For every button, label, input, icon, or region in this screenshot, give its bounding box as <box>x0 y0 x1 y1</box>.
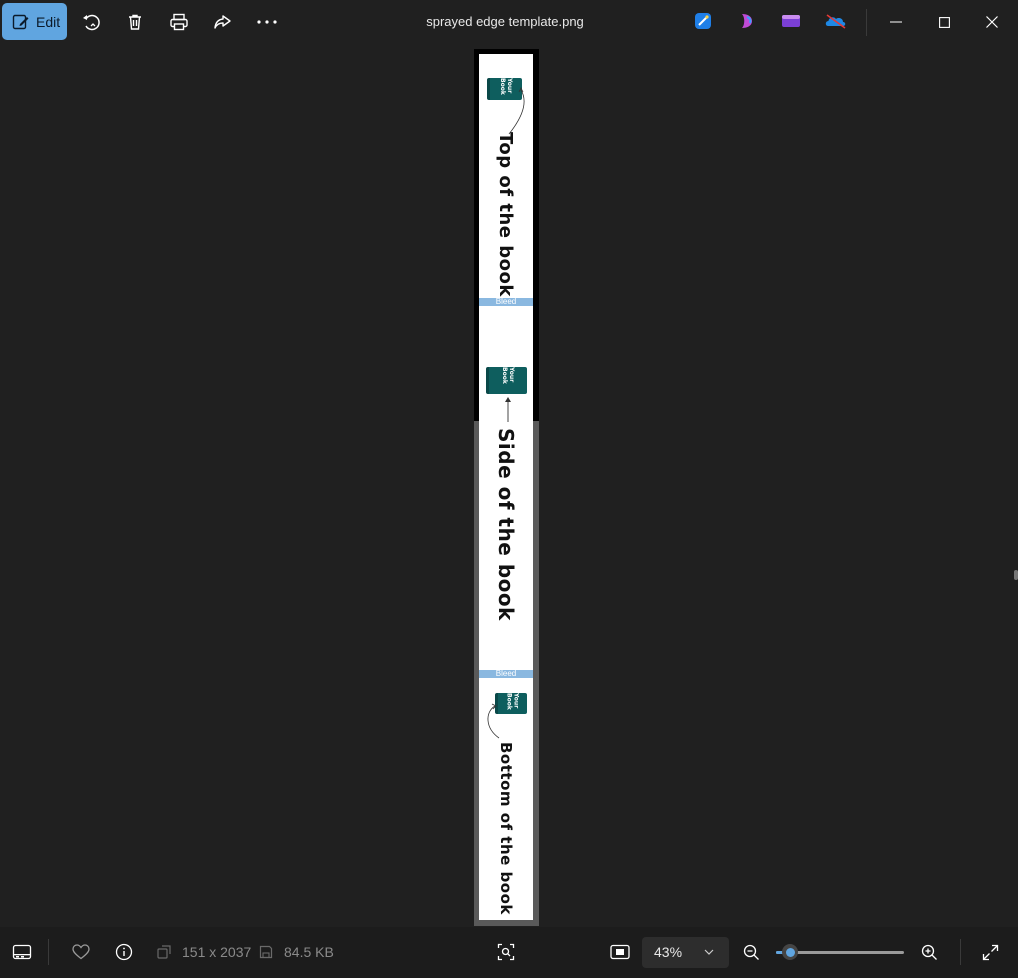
title-bar-separator <box>866 9 867 36</box>
template-image: Your Book Top of the book Bleed Your Boo… <box>479 54 533 920</box>
status-bar: 151 x 2037 84.5 KB 43% <box>0 927 1018 978</box>
file-size: 84.5 KB <box>284 944 334 960</box>
bleed-band: Bleed <box>479 298 533 306</box>
more-icon[interactable] <box>253 8 281 36</box>
status-separator <box>48 939 49 965</box>
title-bar: Edit sprayed edge template.png <box>0 0 1018 44</box>
book-label: Your Book <box>501 367 515 384</box>
copilot-icon[interactable] <box>737 11 757 31</box>
fit-to-window-icon[interactable] <box>609 941 631 963</box>
maximize-button[interactable] <box>929 8 959 36</box>
dimensions-icon <box>155 941 173 963</box>
edit-button[interactable]: Edit <box>2 3 67 40</box>
file-size-icon <box>257 941 275 963</box>
bottom-of-book-label: Bottom of the book <box>497 742 515 915</box>
share-icon[interactable] <box>209 8 237 36</box>
arrow-illustration <box>505 397 511 422</box>
clipchamp-icon[interactable] <box>781 11 801 31</box>
arrow-illustration <box>487 703 500 739</box>
heart-icon[interactable] <box>70 941 92 963</box>
edit-label: Edit <box>36 13 61 30</box>
image-preview[interactable]: Your Book Top of the book Bleed Your Boo… <box>474 49 539 926</box>
onedrive-icon[interactable] <box>824 11 848 31</box>
print-icon[interactable] <box>165 8 193 36</box>
arrow-illustration <box>508 87 525 135</box>
image-dimensions: 151 x 2037 <box>182 944 252 960</box>
top-of-book-label: Top of the book <box>495 132 516 297</box>
filmstrip-icon[interactable] <box>11 941 33 963</box>
fullscreen-icon[interactable] <box>979 941 1001 963</box>
book-illustration: Your Book <box>486 367 527 394</box>
side-of-book-label: Side of the book <box>494 428 518 621</box>
zoom-dropdown[interactable]: 43% <box>642 937 729 968</box>
book-label: Your Book <box>505 693 520 710</box>
zoom-value: 43% <box>654 944 683 960</box>
rotate-icon[interactable] <box>77 8 105 36</box>
chevron-down-icon <box>704 945 716 959</box>
window-title: sprayed edge template.png <box>426 14 584 29</box>
edit-icon <box>12 13 30 31</box>
zoom-in-icon[interactable] <box>918 941 940 963</box>
bleed-band: Bleed <box>479 670 533 678</box>
minimize-button[interactable] <box>881 8 911 36</box>
visual-search-icon[interactable] <box>495 941 517 963</box>
info-icon[interactable] <box>113 941 135 963</box>
zoom-out-icon[interactable] <box>740 941 762 963</box>
delete-icon[interactable] <box>121 8 149 36</box>
designer-icon[interactable] <box>693 11 713 31</box>
resize-handle[interactable] <box>1014 570 1018 580</box>
zoom-slider-thumb[interactable] <box>782 944 799 960</box>
status-separator <box>960 939 961 965</box>
close-button[interactable] <box>977 8 1007 36</box>
